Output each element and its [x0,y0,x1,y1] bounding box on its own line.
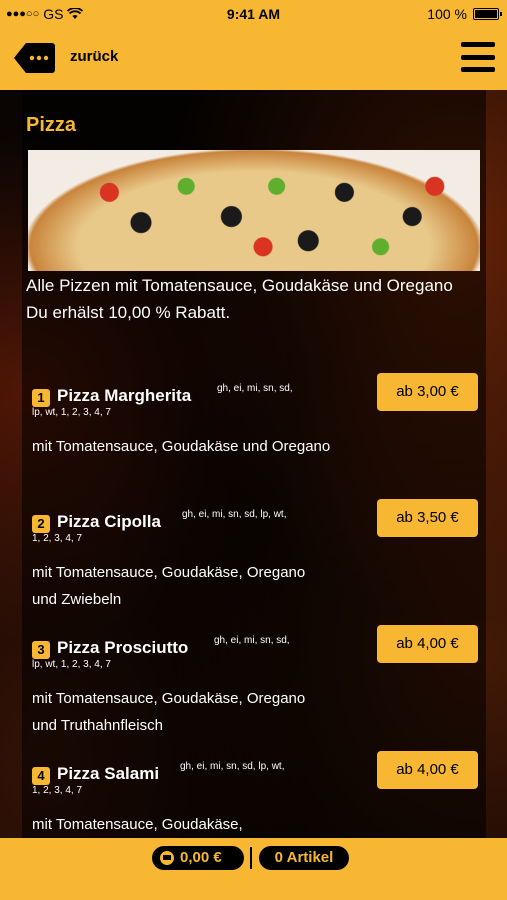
menu-content[interactable]: Pizza Alle Pizzen mit Tomatensauce, Goud… [0,90,507,838]
menu-item-header: 4 Pizza Salami gh, ei, mi, sn, sd, lp, w… [32,751,478,797]
menu-item[interactable]: 4 Pizza Salami gh, ei, mi, sn, sd, lp, w… [32,751,478,833]
status-bar: ●●●○○ GS 9:41 AM 100 % [0,0,507,28]
discount-text: Du erhälst 10,00 % Rabatt. [26,303,231,322]
item-number-badge: 2 [32,515,50,533]
item-name: Pizza Salami [57,764,160,783]
menu-item[interactable]: 2 Pizza Cipolla gh, ei, mi, sn, sd, lp, … [32,499,478,608]
item-name: Pizza Cipolla [57,512,161,531]
category-intro: Alle Pizzen mit Tomatensauce, Goudakäse … [26,272,456,326]
item-name: Pizza Prosciutto [57,638,189,657]
item-number-badge: 1 [32,389,50,407]
menu-line [461,54,495,60]
price-button[interactable]: ab 4,00 € [377,751,478,789]
price-button[interactable]: ab 3,00 € [377,373,478,411]
item-allergens: gh, ei, mi, sn, sd, [217,383,293,394]
pizza-image [28,150,480,271]
intro-text: Alle Pizzen mit Tomatensauce, Goudakäse … [26,276,453,295]
back-button[interactable] [12,41,56,75]
cart-bar: 0,00 € 0 Artikel [0,838,507,900]
item-allergens-cont: 1, 2, 3, 4, 7 [32,533,83,544]
cart-total-button[interactable]: 0,00 € [152,846,244,870]
item-number-badge: 3 [32,641,50,659]
menu-item-header: 3 Pizza Prosciutto gh, ei, mi, sn, sd, l… [32,625,478,671]
menu-item-header: 2 Pizza Cipolla gh, ei, mi, sn, sd, lp, … [32,499,478,545]
cart-total-value: 0,00 € [180,849,222,866]
item-name: Pizza Margherita [57,386,192,405]
nav-bar: zurück [0,28,507,90]
cart-count-button[interactable]: 0 Artikel [259,846,349,870]
price-button[interactable]: ab 3,50 € [377,499,478,537]
shopping-cart-icon [160,851,174,865]
hamburger-menu-icon[interactable] [461,42,495,72]
status-right: 100 % [427,6,502,22]
item-allergens-cont: 1, 2, 3, 4, 7 [32,785,83,796]
item-description: mit Tomatensauce, Goudakäse und Oregano [32,438,331,455]
menu-item[interactable]: 3 Pizza Prosciutto gh, ei, mi, sn, sd, l… [32,625,478,734]
menu-line [461,42,495,47]
battery-icon [473,8,502,20]
battery-percent: 100 % [427,6,467,22]
item-number-badge: 4 [32,767,50,785]
item-allergens: gh, ei, mi, sn, sd, lp, wt, [182,509,287,520]
back-label[interactable]: zurück [70,48,118,65]
category-title: Pizza [26,114,77,136]
item-description: mit Tomatensauce, Goudakäse, [32,816,243,833]
cart-divider [250,847,252,869]
menu-line [461,67,495,72]
price-button[interactable]: ab 4,00 € [377,625,478,663]
item-allergens-cont: lp, wt, 1, 2, 3, 4, 7 [32,407,111,418]
menu-item[interactable]: 1 Pizza Margherita gh, ei, mi, sn, sd, l… [32,373,478,455]
item-allergens-cont: lp, wt, 1, 2, 3, 4, 7 [32,659,111,670]
item-description: mit Tomatensauce, Goudakäse, Oregano und… [32,564,306,608]
item-allergens: gh, ei, mi, sn, sd, [214,635,290,646]
item-allergens: gh, ei, mi, sn, sd, lp, wt, [180,761,285,772]
menu-item-header: 1 Pizza Margherita gh, ei, mi, sn, sd, l… [32,373,478,419]
item-description: mit Tomatensauce, Goudakäse, Oregano und… [32,690,306,734]
